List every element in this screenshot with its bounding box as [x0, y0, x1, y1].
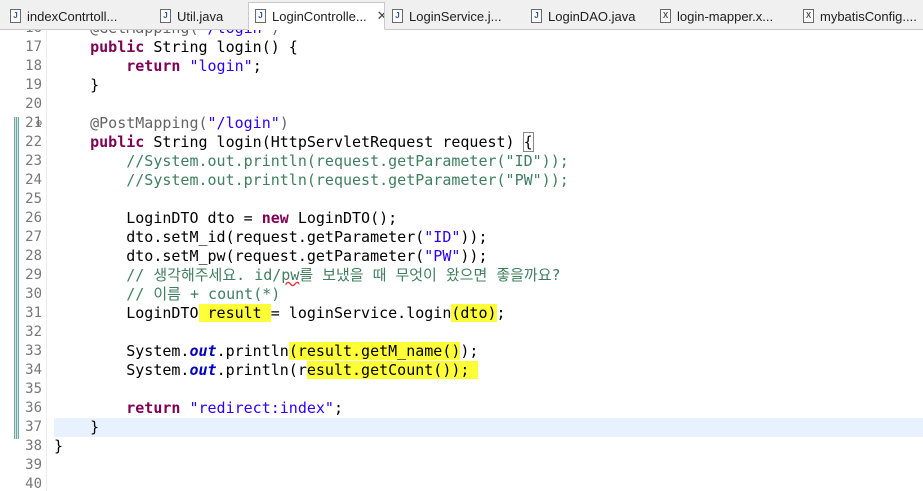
- tab-util[interactable]: Util.java: [160, 2, 240, 30]
- code-line: 23 //System.out.println(request.getParam…: [0, 152, 923, 171]
- line-number: 25: [25, 191, 42, 207]
- line-number: 24: [25, 172, 42, 188]
- line-number: 16: [0, 30, 42, 38]
- tab-label: login-mapper.x...: [677, 8, 774, 24]
- code-text: return "login";: [126, 57, 262, 75]
- tab-logincontroller[interactable]: LoginControlle... ✕: [248, 2, 385, 30]
- code-line: 32: [0, 323, 923, 342]
- code-text: System.out.println(result.getM_name());: [54, 342, 479, 360]
- code-text: @PostMapping("/login"): [90, 114, 289, 132]
- code-editor[interactable]: 16 @GetMapping("/login") 17 public Strin…: [0, 30, 923, 491]
- code-text: //System.out.println(request.getParamete…: [126, 171, 569, 189]
- line-number: 30: [25, 286, 42, 302]
- code-text: @GetMapping("/login"): [54, 30, 280, 38]
- java-file-icon: [255, 9, 266, 23]
- code-line: 36 return "redirect:index";: [0, 399, 923, 418]
- java-file-icon: [531, 9, 542, 23]
- current-code-line: 37 }: [0, 418, 923, 437]
- code-text: // 이름 + count(*): [126, 285, 281, 303]
- java-file-icon: [160, 9, 171, 23]
- code-text: System.out.println(result.getCount());: [54, 361, 479, 379]
- code-text: }: [54, 437, 64, 455]
- code-line: 17 public String login() {: [0, 38, 923, 57]
- xml-file-icon: [803, 9, 814, 23]
- tab-indexcontroller[interactable]: indexContrtoll...: [10, 2, 140, 30]
- tab-label: LoginControlle...: [272, 8, 367, 24]
- line-number: 17: [25, 39, 42, 55]
- code-line: 18 return "login";: [0, 57, 923, 76]
- line-number: 22: [25, 134, 42, 150]
- code-text: return "redirect:index";: [126, 399, 343, 417]
- code-line: 22 public String login(HttpServletReques…: [0, 132, 923, 152]
- code-text: dto.setM_id(request.getParameter("ID"));: [54, 228, 488, 246]
- tab-logindao[interactable]: LoginDAO.java: [531, 2, 651, 30]
- line-number: 40: [25, 476, 42, 491]
- code-line: 35: [0, 380, 923, 399]
- code-line: 28 dto.setM_pw(request.getParameter("PW"…: [0, 247, 923, 266]
- code-line: 25: [0, 190, 923, 209]
- code-line: 34 System.out.println(result.getCount())…: [0, 361, 923, 380]
- line-number: 27: [25, 229, 42, 245]
- code-line: 38 }: [0, 437, 923, 456]
- code-text: LoginDTO dto = new LoginDTO();: [54, 209, 398, 227]
- code-line: 29 // 생각해주세요. id/pw를 보냈을 때 무엇이 왔으면 좋을까요?: [0, 266, 923, 285]
- line-number: 36: [25, 400, 42, 416]
- tab-login-mapper[interactable]: login-mapper.x...: [660, 2, 788, 30]
- line-number: 39: [25, 457, 42, 473]
- tab-label: Util.java: [177, 8, 224, 24]
- line-number: 20: [25, 96, 42, 112]
- line-number: 23: [25, 153, 42, 169]
- line-number: 37: [25, 419, 42, 435]
- code-text: public String login() {: [90, 38, 298, 56]
- current-line-highlight: [54, 418, 923, 437]
- tab-label: LoginService.j...: [409, 8, 502, 24]
- java-file-icon: [392, 9, 403, 23]
- code-line: 24 //System.out.println(request.getParam…: [0, 171, 923, 190]
- line-number: 29: [25, 267, 42, 283]
- line-number: 38: [25, 438, 42, 454]
- close-icon[interactable]: ✕: [377, 8, 384, 24]
- code-line: 27 dto.setM_id(request.getParameter("ID"…: [0, 228, 923, 247]
- line-number: 34: [25, 362, 42, 378]
- code-line: 19 }: [0, 76, 923, 95]
- code-text: dto.setM_pw(request.getParameter("PW"));: [54, 247, 488, 265]
- code-text: public String login(HttpServletRequest r…: [90, 132, 534, 152]
- line-number: 32: [25, 324, 42, 340]
- tab-mybatisconfig[interactable]: mybatisConfig....: [803, 2, 921, 30]
- code-text: LoginDTO result = loginService.login(dto…: [54, 304, 506, 322]
- code-line: 39: [0, 456, 923, 475]
- code-text: }: [54, 418, 100, 436]
- editor-tab-bar: indexContrtoll... Util.java LoginControl…: [0, 0, 923, 30]
- tab-label: mybatisConfig....: [820, 8, 917, 24]
- line-number: 18: [25, 58, 42, 74]
- code-line: 40: [0, 475, 923, 491]
- java-file-icon: [10, 9, 21, 23]
- line-number: 31: [25, 305, 42, 321]
- line-number: 28: [25, 248, 42, 264]
- line-number: 35: [25, 381, 42, 397]
- tab-label: LoginDAO.java: [548, 8, 636, 24]
- line-number: 33: [25, 343, 42, 359]
- code-line: 26 LoginDTO dto = new LoginDTO();: [0, 209, 923, 228]
- code-line: 31 LoginDTO result = loginService.login(…: [0, 304, 923, 323]
- tab-loginservice[interactable]: LoginService.j...: [392, 2, 517, 30]
- code-line: 33 System.out.println(result.getM_name()…: [0, 342, 923, 361]
- code-text: //System.out.println(request.getParamete…: [126, 152, 569, 170]
- line-number: 19: [25, 77, 42, 93]
- code-text: }: [54, 76, 100, 94]
- code-line: 16 @GetMapping("/login"): [0, 30, 923, 38]
- tab-label: indexContrtoll...: [27, 8, 118, 24]
- xml-file-icon: [660, 9, 671, 23]
- code-line: 20: [0, 95, 923, 114]
- code-line: 21 ⊖ @PostMapping("/login"): [0, 114, 923, 133]
- fold-collapse-icon[interactable]: ⊖: [36, 114, 42, 133]
- code-line: 30 // 이름 + count(*): [0, 285, 923, 304]
- code-text: // 생각해주세요. id/pw를 보냈을 때 무엇이 왔으면 좋을까요?: [126, 266, 561, 284]
- line-number: 26: [25, 210, 42, 226]
